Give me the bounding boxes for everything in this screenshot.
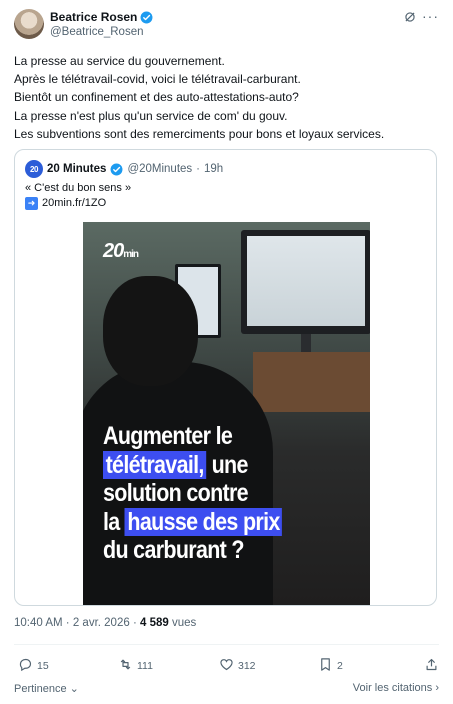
quoted-tweet[interactable]: 20 20 Minutes @20Minutes · 19h « C'est d… — [14, 149, 437, 606]
sort-relevance-button[interactable]: Pertinence ⌄ — [14, 682, 79, 695]
bookmark-count: 2 — [337, 660, 343, 672]
meta-separator: · — [132, 617, 137, 629]
tweet-line: Bientôt un confinement et des auto-attes… — [14, 90, 299, 105]
headline-text: Augmenter le — [103, 422, 233, 450]
tweet-line: Les subventions sont des remerciments po… — [14, 126, 385, 141]
more-options-icon[interactable]: ··· — [422, 8, 439, 24]
quoted-header: 20 20 Minutes @20Minutes · 19h — [25, 160, 223, 178]
brand-number: 20 — [103, 240, 124, 262]
views-label: vues — [171, 617, 197, 629]
quoted-media-image[interactable]: 20min Augmenter le télétravail, une solu… — [83, 222, 370, 605]
quoted-text: « C'est du bon sens » — [25, 182, 132, 194]
grok-icon[interactable] — [403, 10, 417, 24]
tweet: Beatrice Rosen @Beatrice_Rosen ··· La pr… — [0, 0, 453, 704]
quoted-separator: · — [196, 163, 201, 175]
tweet-time[interactable]: 10:40 AM — [14, 617, 63, 629]
quoted-age[interactable]: 19h — [204, 163, 223, 175]
brand-suffix: min — [123, 249, 139, 260]
reply-count: 15 — [37, 660, 49, 672]
headline-line: télétravail, une — [103, 450, 327, 480]
author-display-name[interactable]: Beatrice Rosen — [50, 10, 137, 24]
tweet-actions: 15 111 312 2 — [14, 657, 439, 675]
verified-badge-icon — [110, 163, 123, 176]
reply-button[interactable]: 15 — [18, 657, 49, 675]
monitor-screen — [247, 236, 365, 326]
verified-badge-icon — [140, 11, 153, 24]
headline-line: solution contre — [103, 479, 327, 508]
tweet-line: Après le télétravail-covid, voici le tél… — [14, 72, 301, 87]
quoted-link[interactable]: 20min.fr/1ZO — [42, 196, 106, 211]
headline-highlight: hausse des prix — [124, 507, 283, 536]
tweet-footer: Pertinence ⌄ Voir les citations › — [14, 682, 439, 696]
tweet-timestamp-row: 10:40 AM · 2 avr. 2026 · 4 589 vues — [14, 617, 196, 629]
headline-line: du carburant ? — [103, 536, 327, 565]
quoted-handle[interactable]: @20Minutes — [127, 163, 192, 175]
headline-line: la hausse des prix — [103, 507, 327, 537]
headline-text: du carburant ? — [103, 536, 245, 564]
headline-highlight: télétravail, — [103, 450, 207, 479]
chevron-down-icon: ⌄ — [66, 683, 79, 695]
quoted-display-name[interactable]: 20 Minutes — [47, 163, 106, 175]
quoted-text-block: « C'est du bon sens » ➜ 20min.fr/1ZO — [25, 181, 131, 211]
arrow-right-icon: ➜ — [25, 197, 38, 210]
tweet-line: La presse n'est plus qu'un service de co… — [14, 108, 288, 123]
like-button[interactable]: 312 — [219, 657, 256, 675]
bookmark-icon — [318, 657, 333, 675]
reply-icon — [18, 657, 33, 675]
avatar[interactable] — [14, 9, 44, 39]
quoted-avatar[interactable]: 20 — [25, 160, 43, 178]
like-count: 312 — [238, 660, 256, 672]
retweet-count: 111 — [137, 660, 153, 672]
bookmark-button[interactable]: 2 — [318, 657, 343, 675]
view-quotes-link[interactable]: Voir les citations › — [353, 682, 439, 694]
headline-text: la — [103, 507, 125, 536]
share-button[interactable] — [424, 657, 439, 675]
author-handle[interactable]: @Beatrice_Rosen — [50, 26, 144, 38]
media-headline: Augmenter le télétravail, une solution c… — [103, 422, 327, 565]
person-head-shape — [103, 276, 198, 386]
retweet-button[interactable]: 111 — [118, 657, 153, 675]
media-brand-logo: 20min — [103, 240, 139, 263]
sort-label: Pertinence — [14, 683, 67, 695]
monitor-shape — [241, 230, 370, 334]
headline-text: solution contre — [103, 479, 249, 507]
retweet-icon — [118, 657, 133, 675]
author-name-row[interactable]: Beatrice Rosen — [50, 10, 153, 24]
tweet-line: La presse au service du gouvernement. — [14, 54, 225, 68]
tweet-header: Beatrice Rosen @Beatrice_Rosen ··· — [14, 8, 439, 44]
view-quotes-label: Voir les citations — [352, 682, 433, 694]
views-count: 4 589 — [140, 617, 169, 629]
headline-text: une — [206, 450, 249, 479]
heart-icon — [219, 657, 234, 675]
share-icon — [424, 657, 439, 675]
desk-shape — [253, 352, 370, 412]
tweet-date[interactable]: 2 avr. 2026 — [73, 617, 130, 629]
tweet-text: La presse au service du gouvernement. Ap… — [14, 52, 439, 143]
meta-separator: · — [65, 617, 70, 629]
monitor-stand — [301, 334, 311, 352]
chevron-right-icon: › — [432, 682, 439, 694]
headline-line: Augmenter le — [103, 422, 327, 451]
divider — [14, 644, 439, 645]
quoted-link-row: ➜ 20min.fr/1ZO — [25, 196, 131, 211]
